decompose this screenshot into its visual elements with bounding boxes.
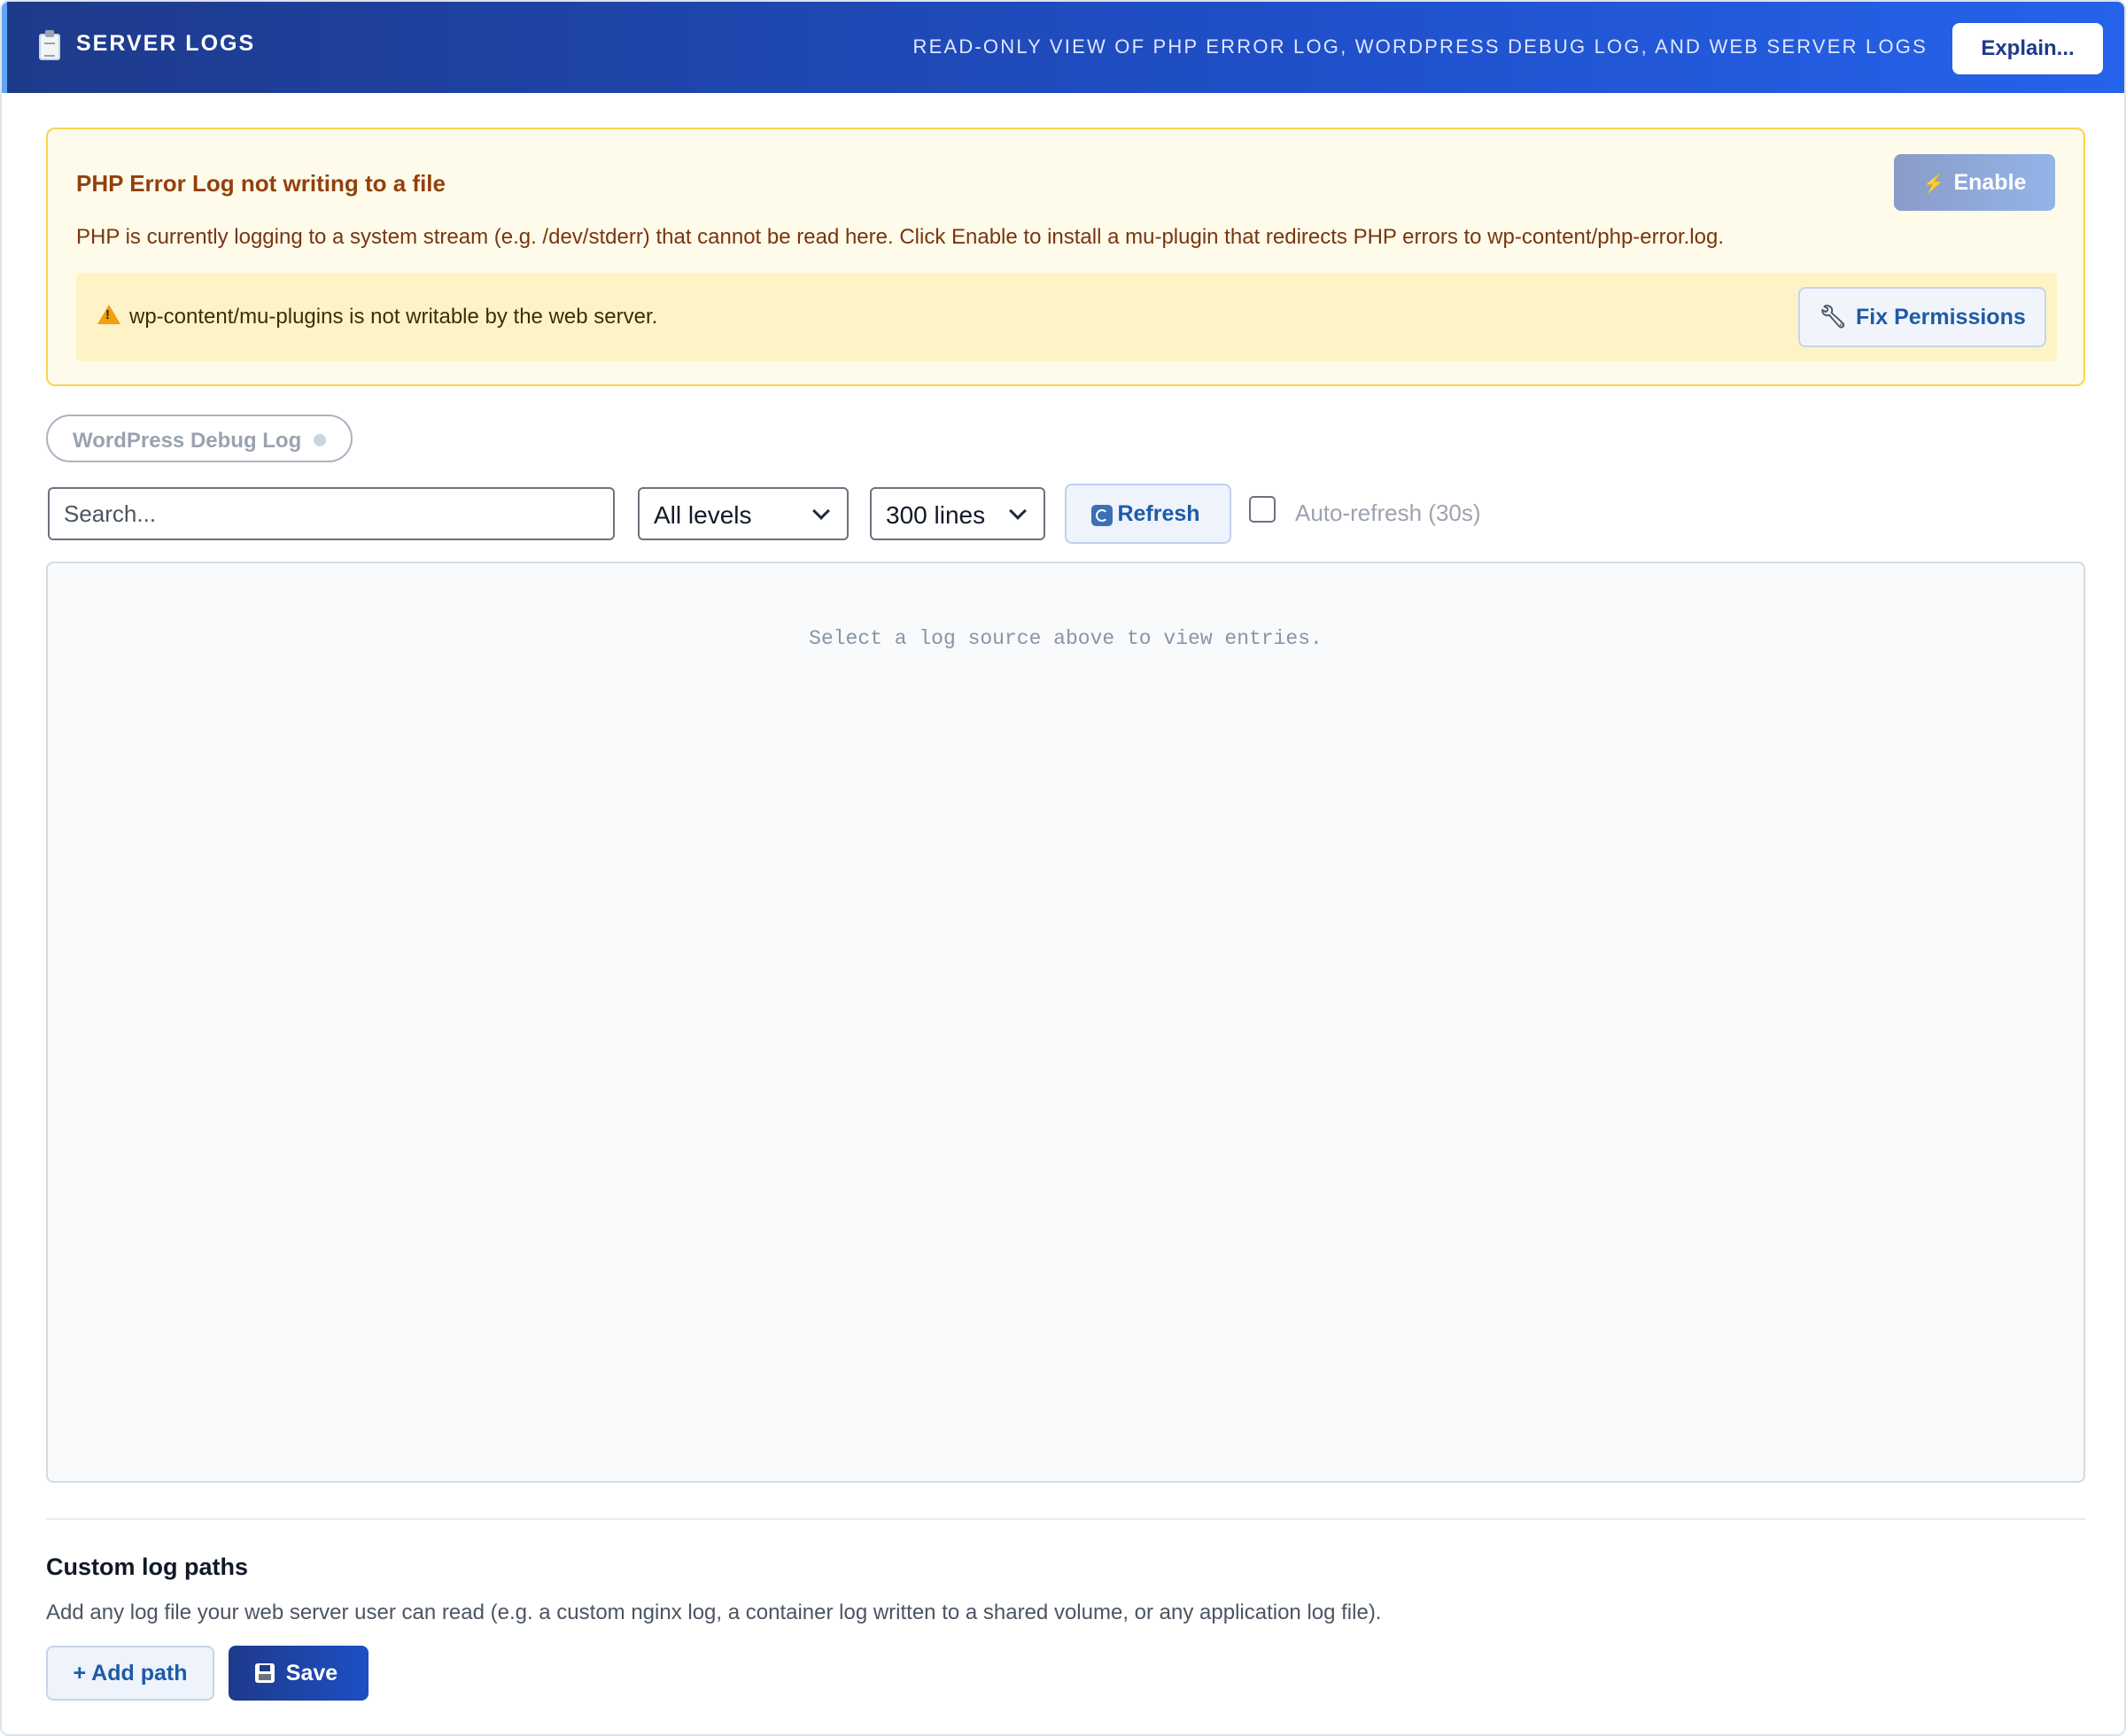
log-empty-message: Select a log source above to view entrie… <box>809 627 1323 650</box>
auto-refresh-label: Auto-refresh (30s) <box>1295 500 1481 526</box>
enable-button-label: Enable <box>1953 169 2027 195</box>
refresh-icon <box>1091 505 1113 526</box>
source-tab-label: WordPress Debug Log <box>73 429 302 453</box>
php-log-notice: PHP Error Log not writing to a file PHP … <box>46 128 2085 386</box>
add-path-button[interactable]: + Add path <box>46 1646 214 1701</box>
chevron-down-icon <box>1009 502 1027 520</box>
notice-title: PHP Error Log not writing to a file <box>76 170 446 197</box>
fix-permissions-label: Fix Permissions <box>1856 304 2026 329</box>
source-tab-wordpress-debug-log[interactable]: WordPress Debug Log <box>46 415 353 462</box>
panel-header: SERVER LOGS READ-ONLY VIEW OF PHP ERROR … <box>2 2 2124 93</box>
refresh-button[interactable]: Refresh <box>1065 484 1231 544</box>
floppy-disk-icon <box>255 1663 275 1683</box>
page-subtitle: READ-ONLY VIEW OF PHP ERROR LOG, WORDPRE… <box>912 35 1928 58</box>
enable-button[interactable]: ⚡ Enable <box>1894 154 2055 211</box>
server-logs-panel: SERVER LOGS READ-ONLY VIEW OF PHP ERROR … <box>0 0 2126 1736</box>
lightning-icon: ⚡ <box>1922 174 1945 194</box>
chevron-down-icon <box>812 502 830 520</box>
warning-icon <box>97 305 120 324</box>
permission-warning-text: wp-content/mu-plugins is not writable by… <box>129 305 658 329</box>
auto-refresh-checkbox[interactable] <box>1249 496 1276 523</box>
level-select-value: All levels <box>654 501 752 529</box>
status-dot <box>314 434 326 446</box>
explain-button[interactable]: Explain... <box>1952 23 2103 74</box>
level-select[interactable]: All levels <box>638 487 849 540</box>
section-divider <box>46 1518 2085 1520</box>
refresh-button-label: Refresh <box>1117 500 1200 526</box>
page-title: SERVER LOGS <box>76 31 256 56</box>
lines-select-value: 300 lines <box>886 501 986 529</box>
clipboard-icon <box>39 30 60 60</box>
custom-paths-title: Custom log paths <box>46 1554 248 1580</box>
fix-permissions-button[interactable]: 🔧︎ Fix Permissions <box>1798 287 2046 347</box>
save-button-label: Save <box>285 1660 338 1686</box>
permission-warning: wp-content/mu-plugins is not writable by… <box>76 273 2057 361</box>
log-viewer[interactable]: Select a log source above to view entrie… <box>46 562 2085 1483</box>
wrench-icon: 🔧︎ <box>1819 304 1847 329</box>
save-button[interactable]: Save <box>229 1646 369 1701</box>
custom-paths-description: Add any log file your web server user ca… <box>46 1600 1382 1624</box>
lines-select[interactable]: 300 lines <box>870 487 1045 540</box>
search-input[interactable] <box>48 487 615 540</box>
notice-text: PHP is currently logging to a system str… <box>76 225 1724 249</box>
